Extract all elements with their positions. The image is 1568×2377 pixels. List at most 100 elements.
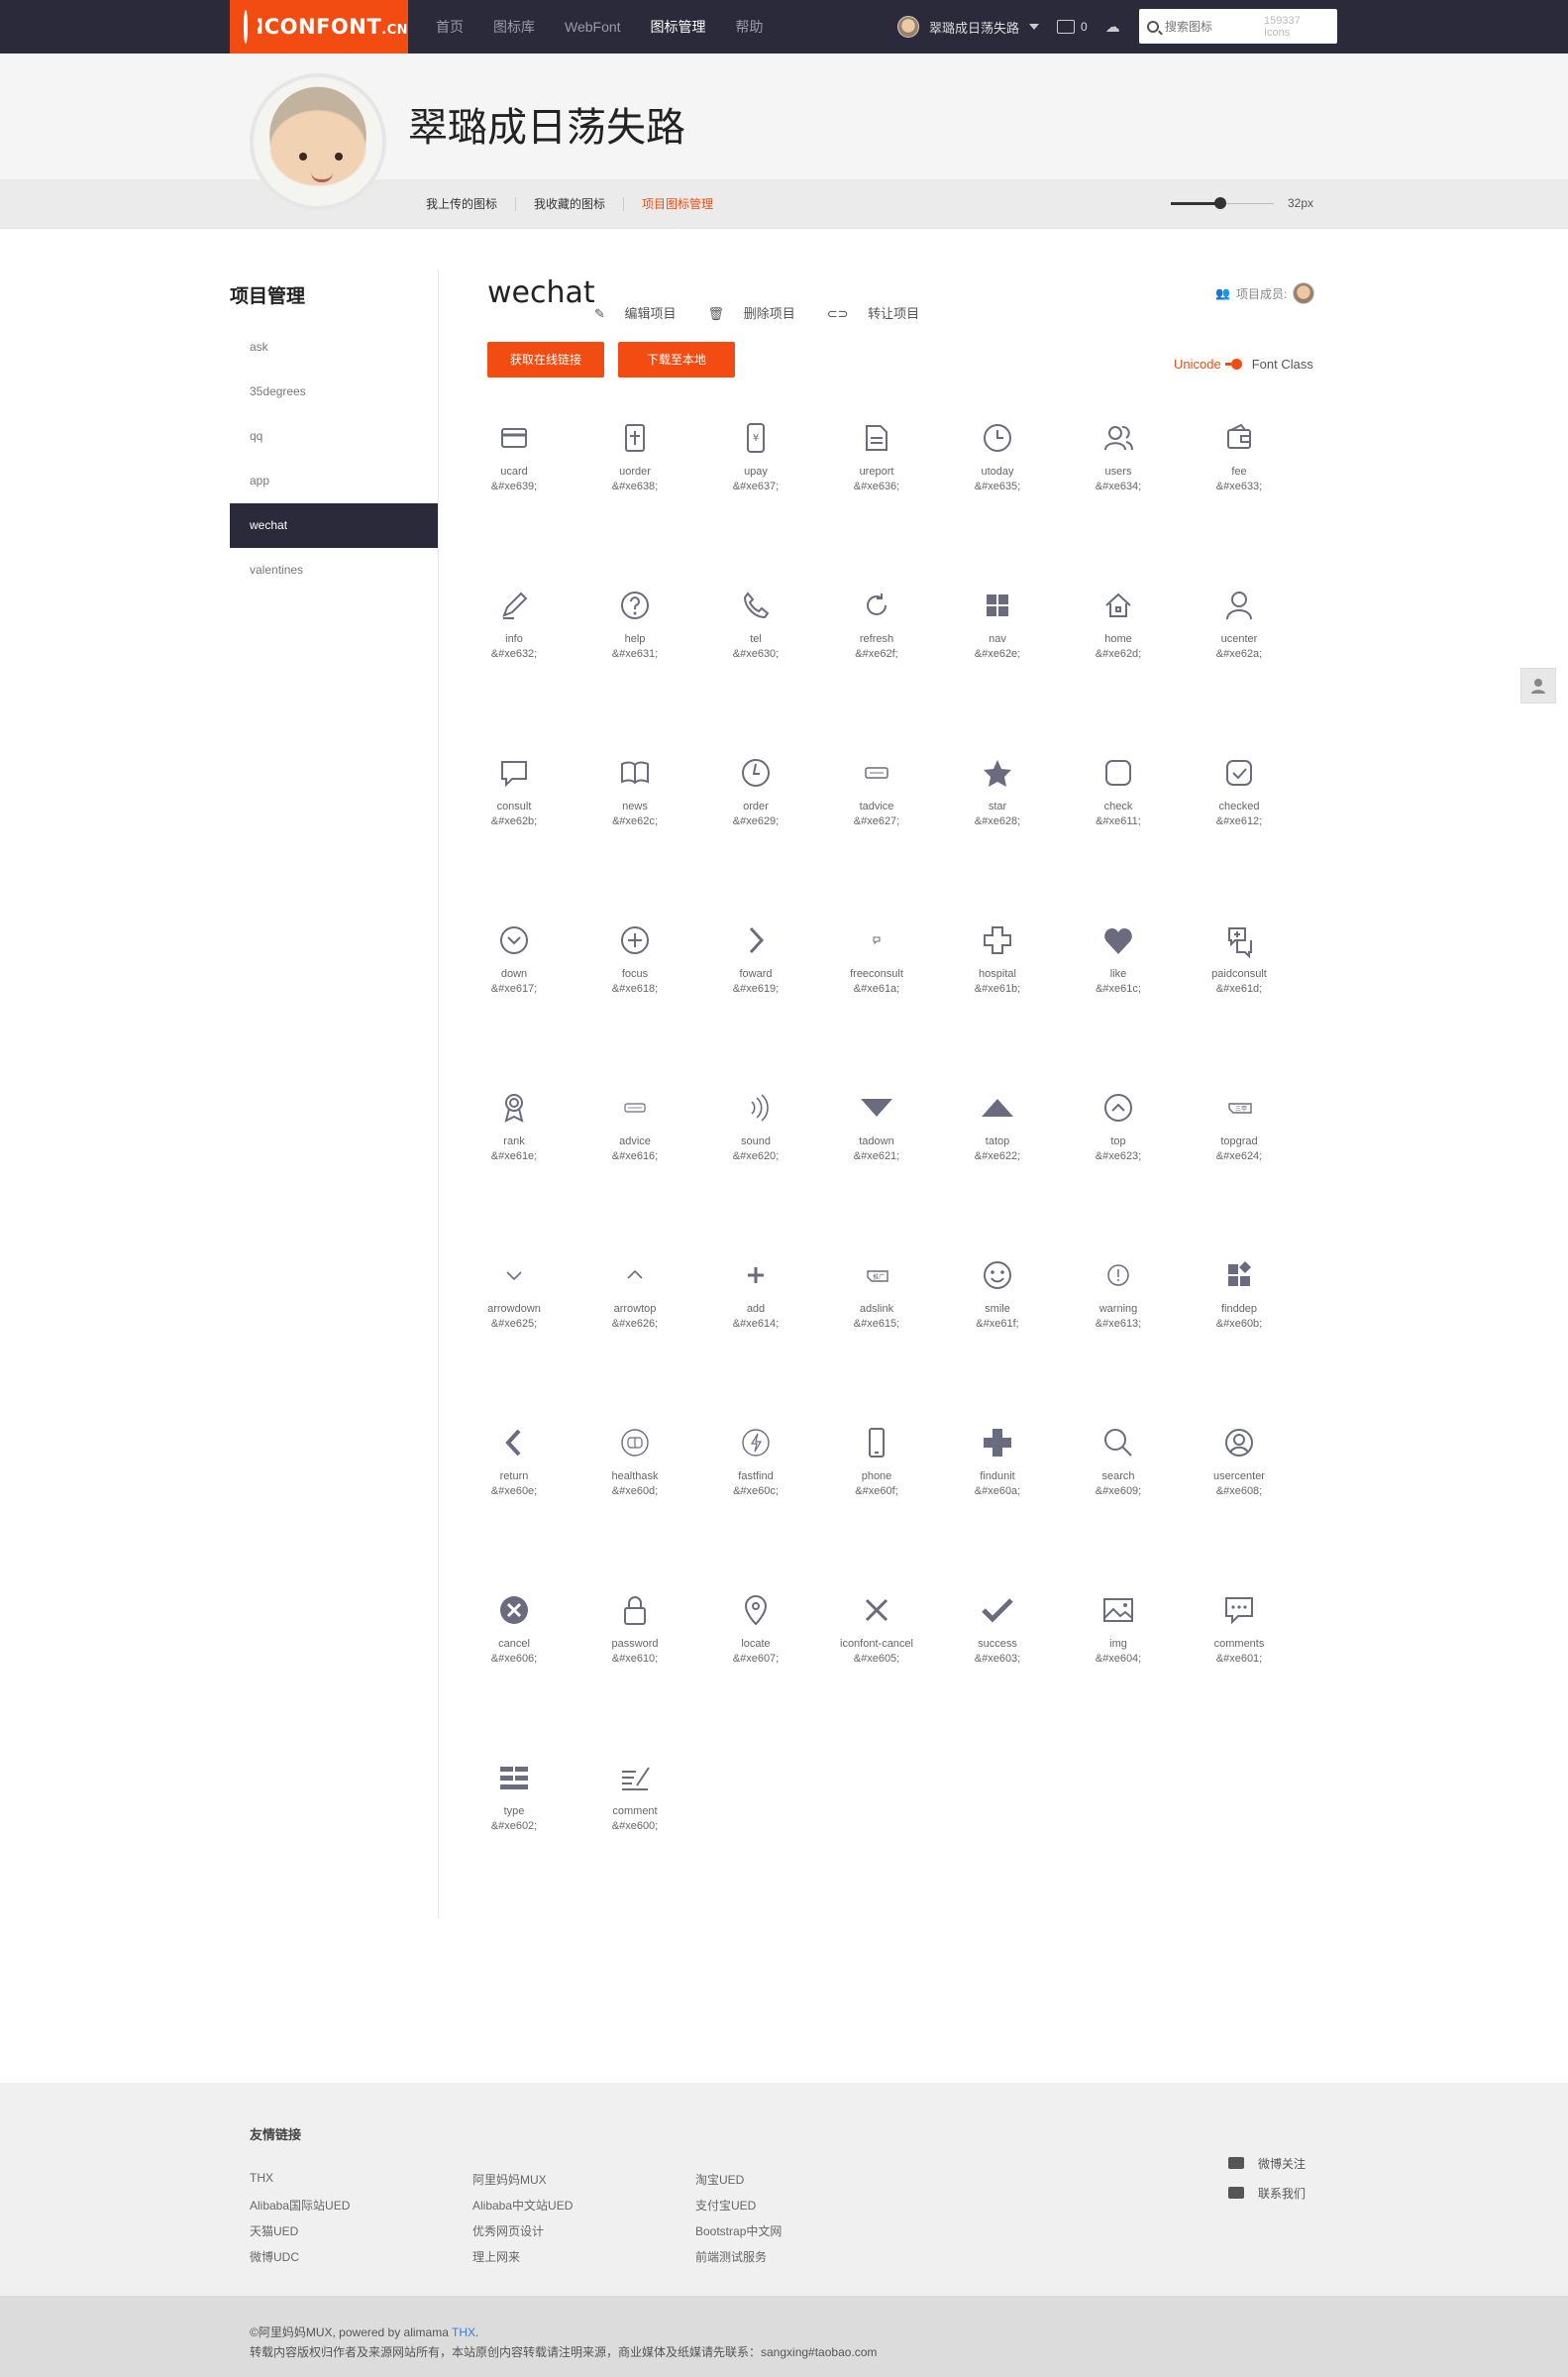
footer-link[interactable]: Alibaba国际站UED — [250, 2197, 472, 2222]
icon-cell-fastfind[interactable]: fastfind &#xe60c; — [695, 1421, 816, 1588]
icon-cell-password[interactable]: password &#xe610; — [575, 1588, 695, 1756]
icon-cell-arrowtop[interactable]: arrowtop &#xe626; — [575, 1253, 695, 1421]
nav-home[interactable]: 首页 — [436, 17, 464, 37]
icon-cell-focus[interactable]: focus &#xe618; — [575, 918, 695, 1086]
floating-user-button[interactable] — [1520, 668, 1556, 703]
tab-project-icons[interactable]: 项目图标管理 — [624, 197, 731, 235]
code-type-toggle[interactable]: Unicode Font Class — [1174, 357, 1313, 372]
icon-size-slider-track[interactable] — [1224, 203, 1274, 204]
icon-cell-news[interactable]: news &#xe62c; — [575, 751, 695, 918]
delete-project-button[interactable]: 🗑 删除项目 — [708, 303, 811, 322]
icon-cell-type[interactable]: type &#xe602; — [454, 1756, 575, 1923]
footer-link[interactable]: 微博UDC — [250, 2248, 472, 2274]
icon-cell-healthask[interactable]: healthask &#xe60d; — [575, 1421, 695, 1588]
icon-cell-img[interactable]: img &#xe604; — [1058, 1588, 1179, 1756]
icon-cell-usercenter[interactable]: usercenter &#xe608; — [1179, 1421, 1300, 1588]
icon-cell-nav[interactable]: nav &#xe62e; — [937, 584, 1058, 751]
icon-cell-locate[interactable]: locate &#xe607; — [695, 1588, 816, 1756]
get-online-link-button[interactable]: 获取在线链接 — [487, 342, 604, 378]
icon-cell-warning[interactable]: warning &#xe613; — [1058, 1253, 1179, 1421]
user-name[interactable]: 翠璐成日荡失路 — [929, 18, 1019, 37]
footer-link[interactable]: THX — [250, 2171, 472, 2197]
icon-cell-rank[interactable]: rank &#xe61e; — [454, 1086, 575, 1253]
site-logo[interactable]: ICONFONT.CN — [230, 0, 408, 54]
footer-link[interactable]: Alibaba中文站UED — [472, 2197, 695, 2222]
icon-size-slider-handle[interactable] — [1214, 197, 1226, 209]
footer-link[interactable]: 天猫UED — [250, 2222, 472, 2248]
footer-link[interactable]: Bootstrap中文网 — [695, 2222, 918, 2248]
icon-cell-like[interactable]: like &#xe61c; — [1058, 918, 1179, 1086]
icon-cell-tadown[interactable]: tadown &#xe621; — [816, 1086, 937, 1253]
sidebar-item-35degrees[interactable]: 35degrees — [230, 370, 438, 414]
icon-cell-phone[interactable]: phone &#xe60f; — [816, 1421, 937, 1588]
sidebar-item-qq[interactable]: qq — [230, 414, 438, 459]
icon-cell-findunit[interactable]: findunit &#xe60a; — [937, 1421, 1058, 1588]
icon-cell-comments[interactable]: comments &#xe601; — [1179, 1588, 1300, 1756]
toggle-unicode[interactable]: Unicode — [1174, 357, 1221, 372]
nav-icon-library[interactable]: 图标库 — [493, 17, 535, 37]
icon-cell-ucenter[interactable]: ucenter &#xe62a; — [1179, 584, 1300, 751]
icon-cell-search[interactable]: search &#xe609; — [1058, 1421, 1179, 1588]
icon-cell-topgrad[interactable]: 三甲 topgrad &#xe624; — [1179, 1086, 1300, 1253]
nav-icon-manage[interactable]: 图标管理 — [651, 17, 706, 37]
nav-help[interactable]: 帮助 — [736, 17, 764, 37]
cart-icon[interactable] — [1057, 20, 1076, 34]
footer-link[interactable]: 淘宝UED — [695, 2171, 918, 2197]
thx-link[interactable]: THX — [452, 2325, 475, 2339]
transfer-project-button[interactable]: ⊂⊃ 转让项目 — [827, 303, 935, 322]
icon-cell-smile[interactable]: smile &#xe61f; — [937, 1253, 1058, 1421]
icon-cell-iconfont-cancel[interactable]: iconfont-cancel &#xe605; — [816, 1588, 937, 1756]
search-input[interactable] — [1165, 19, 1264, 34]
icon-cell-tel[interactable]: tel &#xe630; — [695, 584, 816, 751]
icon-cell-advice[interactable]: advice &#xe616; — [575, 1086, 695, 1253]
icon-cell-comment[interactable]: comment &#xe600; — [575, 1756, 695, 1923]
user-avatar[interactable] — [897, 16, 919, 38]
icon-cell-fee[interactable]: fee &#xe633; — [1179, 416, 1300, 584]
icon-cell-home[interactable]: home &#xe62d; — [1058, 584, 1179, 751]
footer-link[interactable]: 阿里妈妈MUX — [472, 2171, 695, 2197]
icon-cell-freeconsult[interactable]: freeconsult &#xe61a; — [816, 918, 937, 1086]
tab-uploaded-icons[interactable]: 我上传的图标 — [426, 197, 517, 211]
icon-cell-users[interactable]: users &#xe634; — [1058, 416, 1179, 584]
icon-cell-hospital[interactable]: hospital &#xe61b; — [937, 918, 1058, 1086]
icon-cell-top[interactable]: top &#xe623; — [1058, 1086, 1179, 1253]
chevron-down-icon[interactable] — [1029, 24, 1040, 30]
icon-cell-upay[interactable]: ¥ upay &#xe637; — [695, 416, 816, 584]
icon-cell-consult[interactable]: consult &#xe62b; — [454, 751, 575, 918]
icon-cell-check[interactable]: check &#xe611; — [1058, 751, 1179, 918]
contact-us-link[interactable]: 联系我们 — [1228, 2178, 1306, 2208]
icon-cell-sound[interactable]: sound &#xe620; — [695, 1086, 816, 1253]
icon-cell-return[interactable]: return &#xe60e; — [454, 1421, 575, 1588]
footer-link[interactable]: 支付宝UED — [695, 2197, 918, 2222]
icon-cell-down[interactable]: down &#xe617; — [454, 918, 575, 1086]
footer-link[interactable]: 优秀网页设计 — [472, 2222, 695, 2248]
icon-cell-tadvice[interactable]: tadvice &#xe627; — [816, 751, 937, 918]
footer-link[interactable]: 理上网来 — [472, 2248, 695, 2274]
sidebar-item-wechat[interactable]: wechat — [230, 503, 438, 548]
icon-cell-paidconsult[interactable]: paidconsult &#xe61d; — [1179, 918, 1300, 1086]
icon-cell-adslink[interactable]: 推广 adslink &#xe615; — [816, 1253, 937, 1421]
icon-cell-finddep[interactable]: finddep &#xe60b; — [1179, 1253, 1300, 1421]
icon-cell-order[interactable]: order &#xe629; — [695, 751, 816, 918]
sidebar-item-valentines[interactable]: valentines — [230, 548, 438, 593]
icon-cell-ureport[interactable]: ureport &#xe636; — [816, 416, 937, 584]
nav-webfont[interactable]: WebFont — [565, 19, 621, 35]
edit-project-button[interactable]: ✎ 编辑项目 — [594, 303, 692, 322]
download-local-button[interactable]: 下载至本地 — [618, 342, 735, 378]
icon-cell-foward[interactable]: foward &#xe619; — [695, 918, 816, 1086]
icon-cell-utoday[interactable]: utoday &#xe635; — [937, 416, 1058, 584]
toggle-font-class[interactable]: Font Class — [1252, 357, 1313, 372]
icon-cell-add[interactable]: add &#xe614; — [695, 1253, 816, 1421]
icon-cell-help[interactable]: help &#xe631; — [575, 584, 695, 751]
toggle-switch[interactable] — [1224, 359, 1242, 370]
icon-cell-tatop[interactable]: tatop &#xe622; — [937, 1086, 1058, 1253]
weibo-follow-link[interactable]: 微博关注 — [1228, 2148, 1306, 2178]
icon-cell-cancel[interactable]: cancel &#xe606; — [454, 1588, 575, 1756]
member-avatar[interactable] — [1293, 282, 1315, 304]
icon-cell-ucard[interactable]: ucard &#xe639; — [454, 416, 575, 584]
icon-cell-star[interactable]: star &#xe628; — [937, 751, 1058, 918]
icon-cell-info[interactable]: info &#xe632; — [454, 584, 575, 751]
upload-cloud-icon[interactable]: ☁ — [1105, 18, 1120, 36]
footer-link[interactable]: 前端测试服务 — [695, 2248, 918, 2274]
icon-cell-uorder[interactable]: uorder &#xe638; — [575, 416, 695, 584]
